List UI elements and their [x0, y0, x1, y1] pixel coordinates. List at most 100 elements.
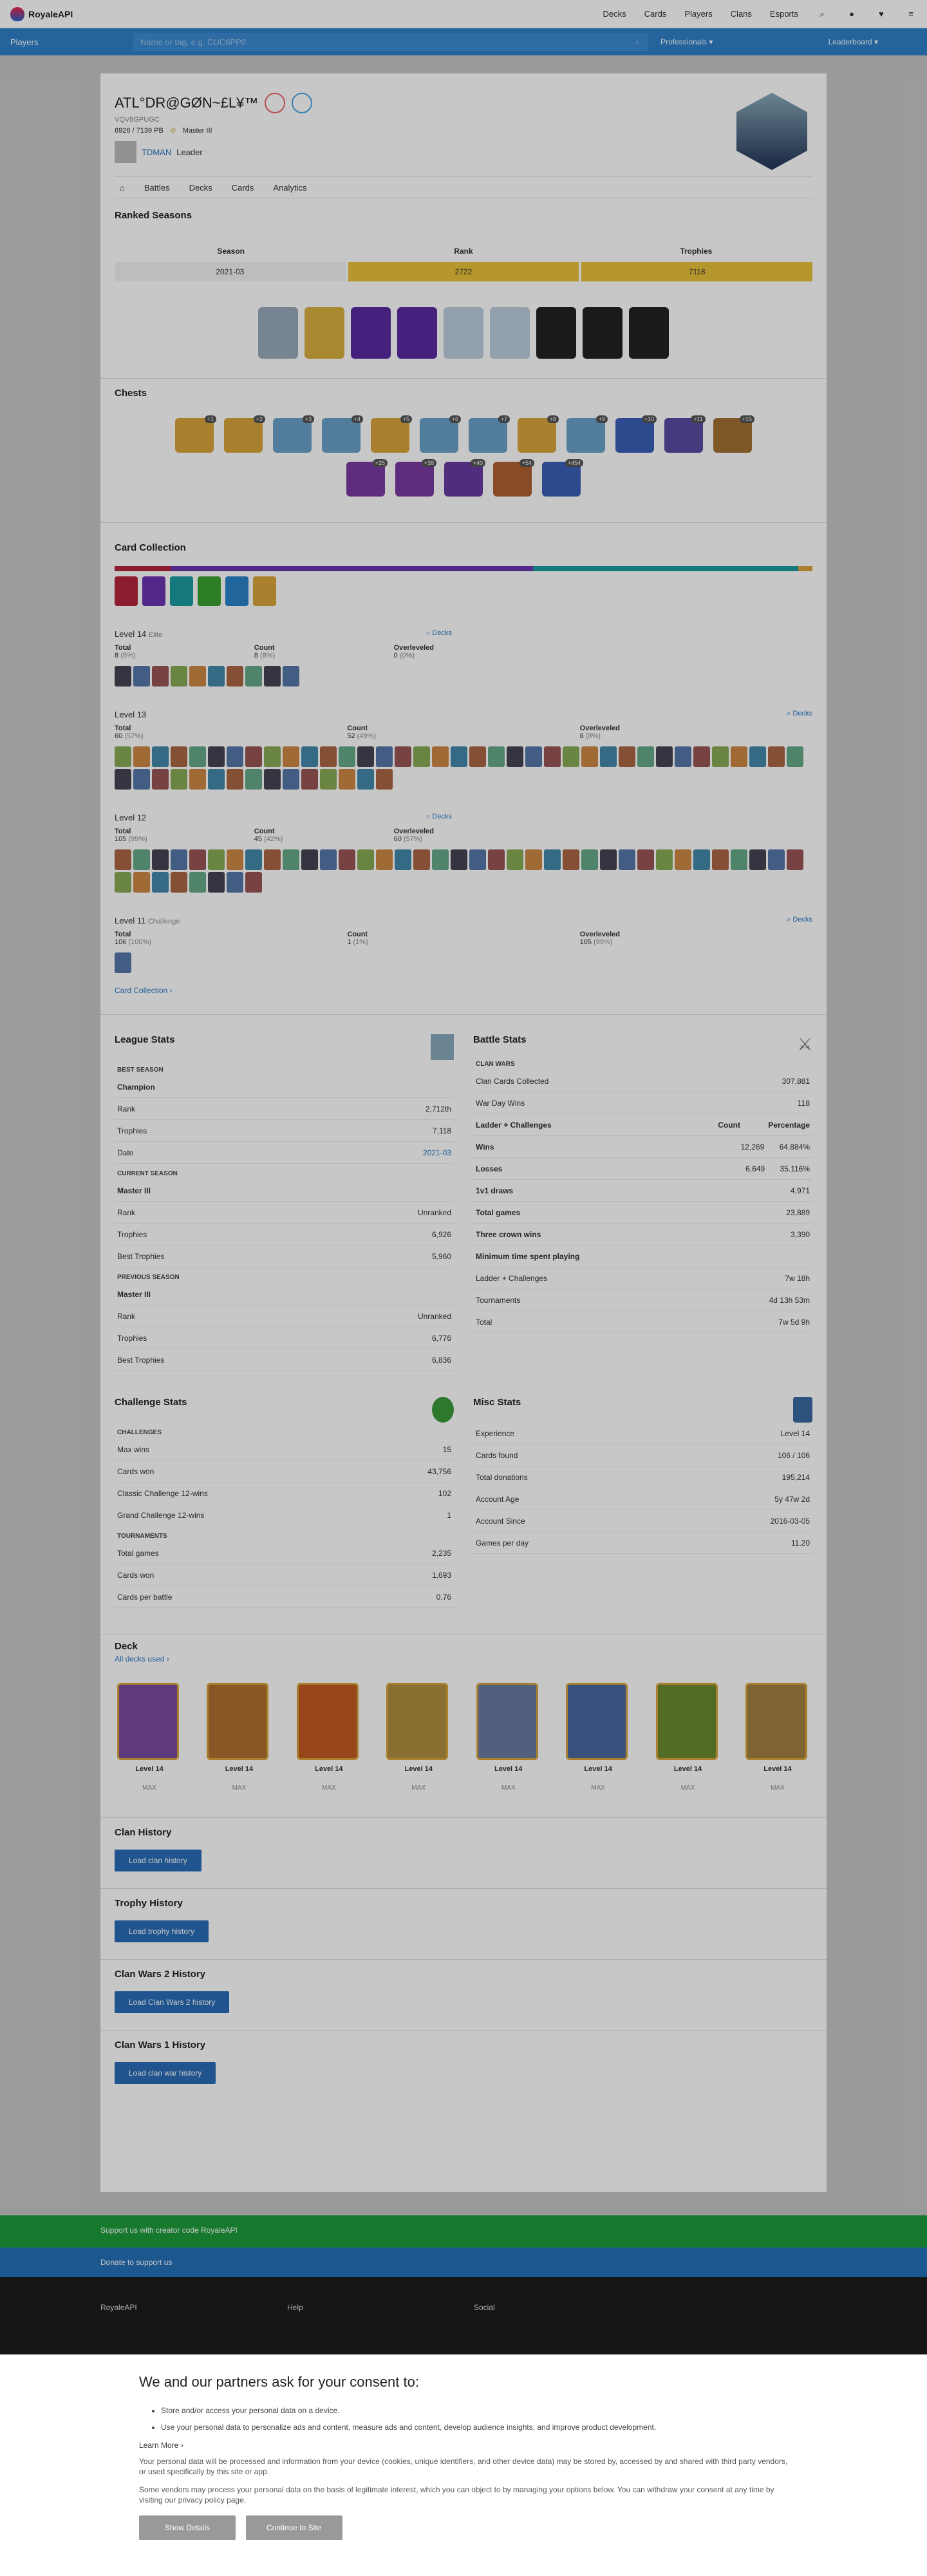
search-scope[interactable]: Players: [10, 37, 133, 47]
card-icon[interactable]: [675, 746, 691, 767]
card-icon[interactable]: [133, 746, 150, 767]
card-icon[interactable]: [227, 746, 243, 767]
card-icon[interactable]: [245, 872, 262, 893]
refresh-icon[interactable]: [292, 93, 313, 113]
learn-more-link[interactable]: Learn More ›: [139, 2441, 788, 2450]
card-icon[interactable]: [171, 746, 187, 767]
deck-card[interactable]: Level 14 MAX: [745, 1683, 810, 1792]
deck-card[interactable]: Level 14 MAX: [655, 1683, 720, 1792]
card-icon[interactable]: [189, 872, 206, 893]
heart-icon[interactable]: ♥: [876, 8, 887, 20]
deck-card[interactable]: Level 14 MAX: [117, 1683, 182, 1792]
level-decks-link[interactable]: ⌕ Decks: [787, 916, 812, 925]
card-icon[interactable]: [208, 849, 225, 870]
card-icon[interactable]: [301, 769, 318, 790]
card-icon[interactable]: [581, 746, 598, 767]
card-icon[interactable]: [115, 769, 131, 790]
card-icon[interactable]: [245, 746, 262, 767]
show-details-button[interactable]: Show Details: [139, 2515, 236, 2540]
card-icon[interactable]: [301, 746, 318, 767]
card-icon[interactable]: [339, 849, 355, 870]
load-history-button[interactable]: Load clan history: [115, 1850, 201, 1871]
card-icon[interactable]: [413, 849, 430, 870]
deck-card[interactable]: Level 14 MAX: [207, 1683, 271, 1792]
card-icon[interactable]: [208, 746, 225, 767]
card-icon[interactable]: [563, 746, 579, 767]
card-icon[interactable]: [227, 872, 243, 893]
card-icon[interactable]: [357, 849, 374, 870]
card-icon[interactable]: [133, 872, 150, 893]
card-icon[interactable]: [600, 746, 617, 767]
card-icon[interactable]: [768, 746, 785, 767]
card-icon[interactable]: [787, 746, 803, 767]
card-icon[interactable]: [264, 666, 281, 687]
card-icon[interactable]: [115, 872, 131, 893]
card-icon[interactable]: [507, 849, 523, 870]
level-decks-link[interactable]: ⌕ Decks: [426, 813, 452, 822]
card-icon[interactable]: [749, 746, 766, 767]
card-icon[interactable]: [525, 746, 542, 767]
card-icon[interactable]: [133, 666, 150, 687]
card-icon[interactable]: [152, 872, 169, 893]
card-icon[interactable]: [675, 849, 691, 870]
card-icon[interactable]: [189, 746, 206, 767]
card-icon[interactable]: [712, 849, 729, 870]
card-icon[interactable]: [245, 769, 262, 790]
card-icon[interactable]: [320, 769, 337, 790]
card-icon[interactable]: [469, 746, 486, 767]
card-icon[interactable]: [264, 769, 281, 790]
card-icon[interactable]: [152, 746, 169, 767]
card-icon[interactable]: [264, 849, 281, 870]
tab-decks[interactable]: Decks: [189, 183, 212, 193]
card-icon[interactable]: [432, 849, 449, 870]
card-icon[interactable]: [115, 746, 131, 767]
card-icon[interactable]: [189, 849, 206, 870]
deck-card[interactable]: Level 14 MAX: [296, 1683, 361, 1792]
all-decks-link[interactable]: All decks used ›: [115, 1654, 812, 1663]
card-icon[interactable]: [208, 769, 225, 790]
card-icon[interactable]: [731, 746, 747, 767]
deck-card[interactable]: Level 14 MAX: [386, 1683, 451, 1792]
load-history-button[interactable]: Load trophy history: [115, 1920, 209, 1942]
card-icon[interactable]: [152, 849, 169, 870]
card-icon[interactable]: [787, 849, 803, 870]
card-icon[interactable]: [171, 666, 187, 687]
card-icon[interactable]: [749, 849, 766, 870]
brand-logo[interactable]: RoyaleAPI: [10, 6, 73, 21]
level-decks-link[interactable]: ⌕ Decks: [787, 710, 812, 719]
card-icon[interactable]: [451, 746, 467, 767]
card-icon[interactable]: [208, 666, 225, 687]
card-icon[interactable]: [115, 666, 131, 687]
card-icon[interactable]: [227, 666, 243, 687]
card-icon[interactable]: [488, 849, 505, 870]
card-collection-link[interactable]: Card Collection ›: [115, 986, 812, 995]
card-icon[interactable]: [451, 849, 467, 870]
tab-cards[interactable]: Cards: [232, 183, 254, 193]
card-icon[interactable]: [544, 849, 561, 870]
load-history-button[interactable]: Load clan war history: [115, 2062, 216, 2084]
continue-button[interactable]: Continue to Site: [245, 2515, 342, 2540]
card-icon[interactable]: [171, 849, 187, 870]
card-icon[interactable]: [469, 849, 486, 870]
card-icon[interactable]: [488, 746, 505, 767]
card-icon[interactable]: [227, 849, 243, 870]
card-icon[interactable]: [133, 769, 150, 790]
home-icon[interactable]: ⌂: [120, 183, 125, 193]
card-icon[interactable]: [283, 746, 299, 767]
card-icon[interactable]: [171, 872, 187, 893]
card-icon[interactable]: [395, 849, 411, 870]
search-icon[interactable]: ⌕: [816, 8, 828, 20]
card-icon[interactable]: [133, 849, 150, 870]
tab-analytics[interactable]: Analytics: [273, 183, 306, 193]
card-icon[interactable]: [619, 746, 635, 767]
nav-players[interactable]: Players: [684, 9, 712, 19]
load-history-button[interactable]: Load Clan Wars 2 history: [115, 1991, 230, 2013]
card-icon[interactable]: [637, 849, 654, 870]
nav-esports[interactable]: Esports: [770, 9, 798, 19]
card-icon[interactable]: [581, 849, 598, 870]
card-icon[interactable]: [227, 769, 243, 790]
nav-clans[interactable]: Clans: [731, 9, 752, 19]
card-icon[interactable]: [320, 849, 337, 870]
card-icon[interactable]: [693, 849, 710, 870]
card-icon[interactable]: [283, 849, 299, 870]
